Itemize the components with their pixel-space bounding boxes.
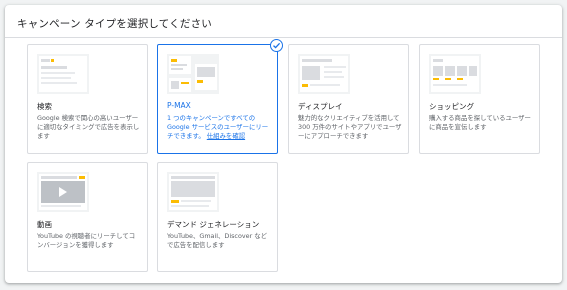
card-title: デマンド ジェネレーション (167, 220, 260, 229)
demand-gen-thumbnail-icon (167, 172, 219, 212)
divider (5, 37, 562, 38)
campaign-card-shopping[interactable]: ショッピング 購入する商品を探しているユーザーに商品を宣伝します (419, 44, 540, 154)
card-description: YouTube の視聴者にリーチしてコンバージョンを獲得します (37, 232, 136, 250)
card-description: 購入する商品を探しているユーザーに商品を宣伝します (429, 114, 531, 132)
card-title: P-MAX (167, 101, 191, 110)
card-description: Google 検索で関心の高いユーザーに適切なタイミングで広告を表示します (37, 114, 140, 141)
search-ad-thumbnail-icon (37, 54, 89, 94)
card-title: 動画 (37, 220, 52, 229)
card-description: 1 つのキャンペーンですべての Google サービスのユーザーにリーチできます… (167, 114, 271, 142)
display-thumbnail-icon (298, 54, 350, 94)
panel-title: キャンペーン タイプを選択してください (17, 18, 212, 30)
shopping-thumbnail-icon (429, 54, 481, 94)
card-title: 検索 (37, 102, 52, 111)
card-title: ディスプレイ (298, 102, 343, 111)
campaign-card-search[interactable]: 検索 Google 検索で関心の高いユーザーに適切なタイミングで広告を表示します (27, 44, 148, 154)
campaign-card-pmax[interactable]: P-MAX 1 つのキャンペーンですべての Google サービスのユーザーにリ… (157, 39, 283, 154)
card-description: 魅力的なクリエイティブを活用して 300 万件のサイトやアプリでユーザーにアプロ… (298, 114, 402, 141)
campaign-card-display[interactable]: ディスプレイ 魅力的なクリエイティブを活用して 300 万件のサイトやアプリでユ… (288, 44, 409, 154)
video-thumbnail-icon (37, 172, 89, 212)
card-description: YouTube、Gmail、Discover などで広告を配信します (167, 232, 268, 250)
checkmark-icon (270, 39, 283, 52)
campaign-card-video[interactable]: 動画 YouTube の視聴者にリーチしてコンバージョンを獲得します (27, 162, 148, 272)
card-title: ショッピング (429, 102, 474, 111)
campaign-card-demand-gen[interactable]: デマンド ジェネレーション YouTube、Gmail、Discover などで… (157, 162, 278, 272)
campaign-type-panel: キャンペーン タイプを選択してください 検索 Google 検索で関心の高いユー… (5, 5, 562, 283)
pmax-thumbnail-icon (167, 54, 219, 94)
learn-more-link[interactable]: 仕組みを確認 (207, 132, 245, 140)
